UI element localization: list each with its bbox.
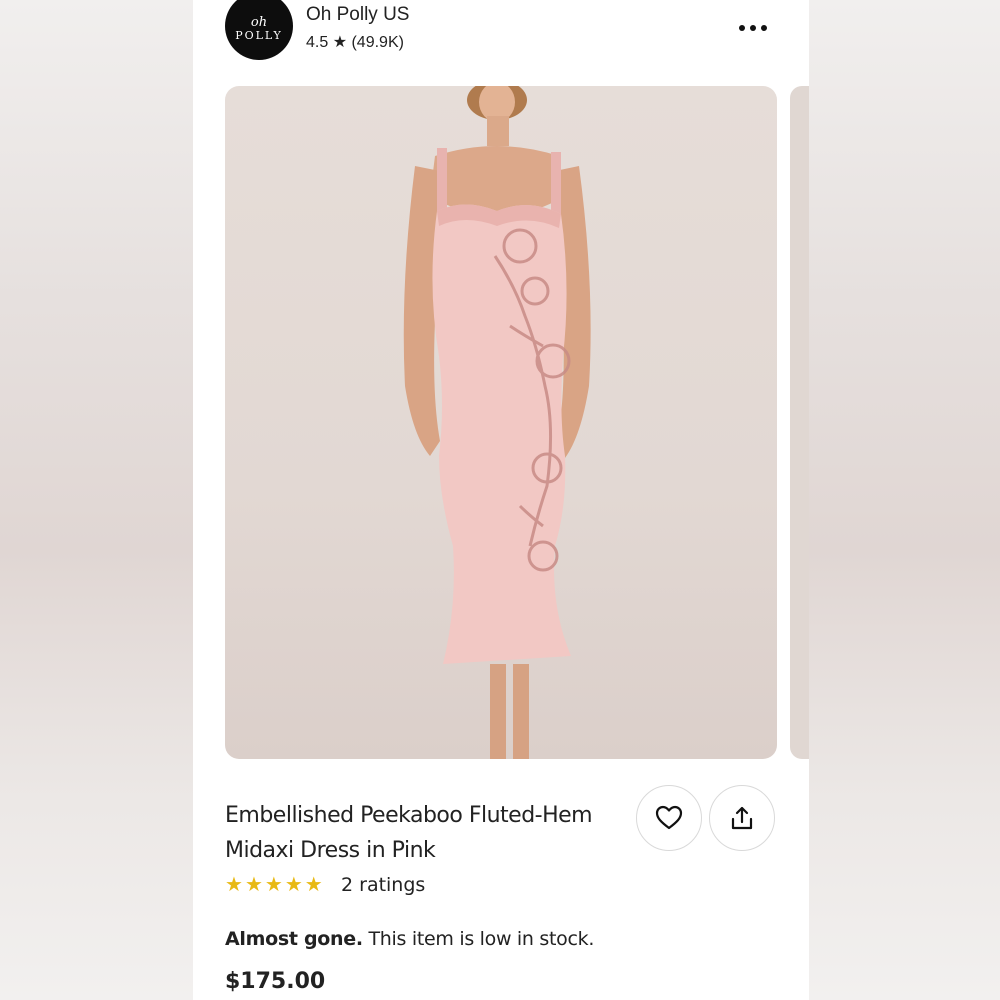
stock-status-text: This item is low in stock. <box>362 928 595 950</box>
background-blur-left <box>0 0 193 1000</box>
product-title: Embellished Peekaboo Fluted-Hem Midaxi D… <box>225 798 625 868</box>
share-icon <box>731 806 753 830</box>
background-blur-right <box>809 0 1000 1000</box>
stock-status: Almost gone. This item is low in stock. <box>225 928 594 950</box>
product-title-line-1: Embellished Peekaboo Fluted-Hem <box>225 803 593 828</box>
product-price: $175.00 <box>225 969 326 994</box>
stock-status-bold: Almost gone. <box>225 928 363 950</box>
star-icon: ★ <box>244 874 263 896</box>
more-horizontal-icon <box>739 25 767 31</box>
star-icon: ★ <box>304 874 323 896</box>
star-icon: ★ <box>284 874 303 896</box>
more-options-button[interactable] <box>733 14 773 42</box>
star-icon: ★ <box>225 874 243 896</box>
dress-photo <box>403 86 591 759</box>
logo-text-oh: oh <box>250 15 268 30</box>
shop-rating: 4.5 ★ (49.9K) <box>306 34 404 51</box>
next-product-image[interactable] <box>790 86 809 759</box>
logo-text-polly: POLLY <box>235 29 283 42</box>
favorite-button[interactable] <box>636 785 702 851</box>
heart-icon <box>655 805 683 830</box>
share-button[interactable] <box>709 785 775 851</box>
product-image[interactable] <box>225 86 777 759</box>
listing-panel: oh POLLY Oh Polly US 4.5 ★ (49.9K) Embel… <box>193 0 809 1000</box>
shop-logo[interactable]: oh POLLY <box>225 0 293 60</box>
star-icon: ★ <box>264 874 283 896</box>
shop-name[interactable]: Oh Polly US <box>306 4 409 26</box>
ratings-count[interactable]: 2 ratings <box>341 874 425 896</box>
rating-stars: ★ ★ ★ ★ ★ <box>225 873 323 897</box>
product-title-line-2: Midaxi Dress in Pink <box>225 838 436 863</box>
